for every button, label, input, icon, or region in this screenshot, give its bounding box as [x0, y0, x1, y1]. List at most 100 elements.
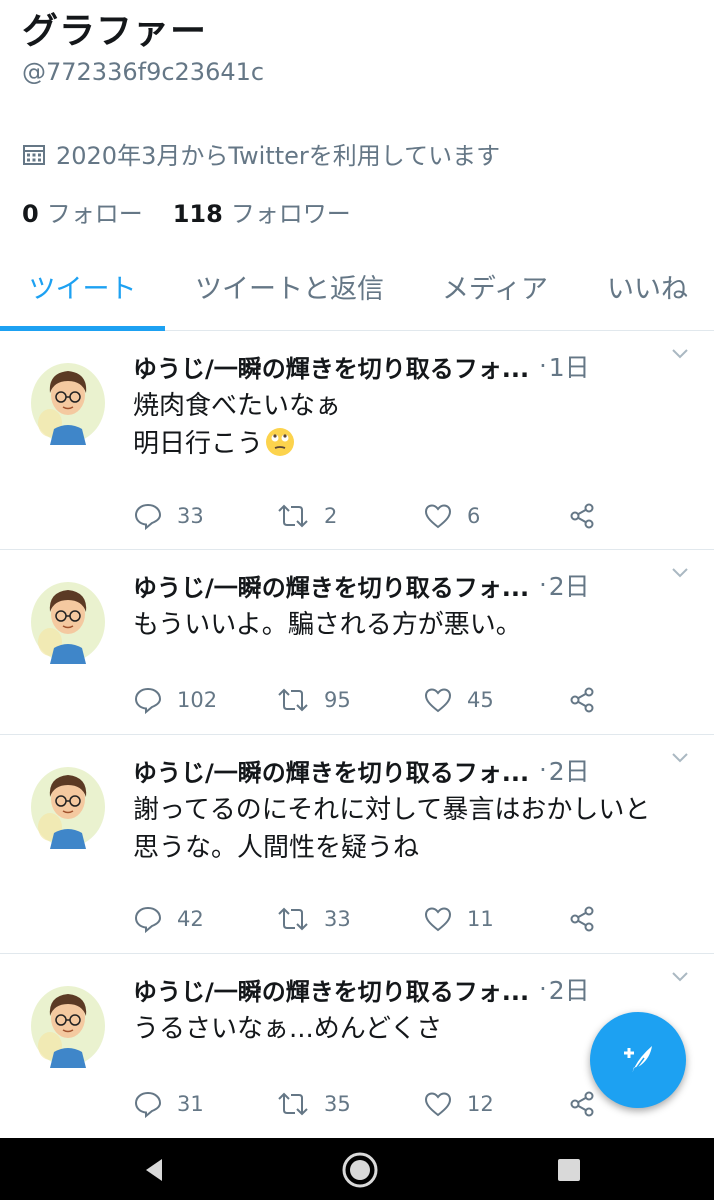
share-button[interactable] — [567, 496, 611, 536]
chevron-down-icon[interactable] — [668, 560, 692, 584]
retweet-icon — [278, 907, 308, 931]
tweet-separator: · — [539, 571, 547, 599]
tweet-text-container: 焼肉食べたいなぁ 明日行こう — [133, 387, 693, 463]
tweet-header: ゆうじ/一瞬の輝きを切り取るフォ... · 2日 — [133, 753, 693, 787]
tweet-author[interactable]: ゆうじ/一瞬の輝きを切り取るフォ... — [133, 568, 529, 603]
nav-back-icon[interactable] — [140, 1156, 168, 1184]
nav-recents-icon[interactable] — [555, 1156, 583, 1184]
chevron-down-icon[interactable] — [668, 745, 692, 769]
reply-icon — [134, 906, 162, 934]
retweet-icon — [278, 504, 308, 528]
tweet[interactable]: ゆうじ/一瞬の輝きを切り取るフォ... · 2日 もういいよ。騙される方が悪い。… — [0, 550, 714, 735]
retweet-count: 33 — [324, 907, 351, 931]
follow-stats: 0 フォロー 118 フォロワー — [22, 194, 381, 229]
retweet-button[interactable]: 35 — [276, 1084, 351, 1124]
like-button[interactable]: 6 — [423, 496, 480, 536]
like-button[interactable]: 12 — [423, 1084, 494, 1124]
chevron-down-icon[interactable] — [668, 341, 692, 365]
reply-icon — [134, 1091, 162, 1119]
tweet-separator: · — [539, 352, 547, 380]
calendar-icon — [23, 144, 45, 165]
tweet-actions: 102 95 45 — [133, 680, 693, 720]
reply-icon — [134, 687, 162, 715]
share-icon — [570, 503, 594, 529]
avatar[interactable] — [30, 572, 106, 664]
tweet-actions: 42 33 11 — [133, 899, 693, 939]
reply-button[interactable]: 102 — [133, 680, 217, 720]
share-icon — [570, 906, 594, 932]
tweet-actions: 33 2 6 — [133, 496, 693, 536]
tweet-header: ゆうじ/一瞬の輝きを切り取るフォ... · 1日 — [133, 349, 693, 383]
tweet-author[interactable]: ゆうじ/一瞬の輝きを切り取るフォ... — [133, 349, 529, 384]
tweet-separator: · — [539, 975, 547, 1003]
following-count: 0 — [22, 200, 39, 228]
joined-date-text: 2020年3月からTwitterを利用しています — [56, 142, 501, 170]
share-button[interactable] — [567, 680, 611, 720]
heart-icon — [424, 1092, 452, 1117]
reply-count: 31 — [177, 1092, 204, 1116]
tweet-time[interactable]: 2日 — [549, 567, 590, 603]
avatar[interactable] — [30, 976, 106, 1068]
avatar[interactable] — [30, 353, 106, 445]
reply-button[interactable]: 31 — [133, 1084, 204, 1124]
followers-count: 118 — [172, 200, 223, 228]
like-button[interactable]: 11 — [423, 899, 494, 939]
retweet-count: 95 — [324, 688, 351, 712]
tweet-time[interactable]: 1日 — [549, 348, 590, 384]
like-count: 45 — [467, 688, 494, 712]
tweet-author[interactable]: ゆうじ/一瞬の輝きを切り取るフォ... — [133, 972, 529, 1007]
reply-button[interactable]: 33 — [133, 496, 204, 536]
followers-link[interactable]: 118 フォロワー — [173, 194, 351, 229]
share-icon — [570, 687, 594, 713]
compose-tweet-icon — [624, 1046, 652, 1075]
tab-media[interactable]: メディア — [420, 250, 570, 330]
profile-tabs: ツイート ツイートと返信 メディア いいね — [0, 250, 714, 331]
retweet-button[interactable]: 95 — [276, 680, 351, 720]
like-count: 6 — [467, 504, 481, 528]
following-link[interactable]: 0 フォロー — [22, 194, 143, 229]
retweet-button[interactable]: 33 — [276, 899, 351, 939]
heart-icon — [424, 688, 452, 713]
like-count: 11 — [467, 907, 494, 931]
like-count: 12 — [467, 1092, 494, 1116]
tweet-header: ゆうじ/一瞬の輝きを切り取るフォ... · 2日 — [133, 568, 693, 602]
profile-header: グラファー @772336f9c23641c 2020年3月からTwitterを… — [0, 0, 714, 250]
retweet-icon — [278, 688, 308, 712]
tweet-time[interactable]: 2日 — [549, 971, 590, 1007]
profile-name: グラファー — [22, 11, 208, 52]
followers-label: フォロワー — [230, 200, 351, 228]
tab-likes[interactable]: いいね — [585, 250, 710, 330]
reply-count: 102 — [177, 688, 218, 712]
tweet[interactable]: ゆうじ/一瞬の輝きを切り取るフォ... · 1日 焼肉食べたいなぁ 明日行こう … — [0, 331, 714, 550]
heart-icon — [424, 907, 452, 932]
compose-tweet-button[interactable] — [590, 1012, 686, 1108]
like-button[interactable]: 45 — [423, 680, 494, 720]
tweet-text: 謝ってるのにそれに対して暴言はおかしいと 思うな。人間性を疑うね — [133, 795, 651, 863]
tweet-text: 焼肉食べたいなぁ 明日行こう — [133, 391, 342, 459]
heart-icon — [424, 504, 452, 529]
reply-count: 33 — [177, 504, 204, 528]
retweet-icon — [278, 1092, 308, 1116]
profile-joined: 2020年3月からTwitterを利用しています — [22, 136, 500, 171]
tweet-text: もういいよ。騙される方が悪い。 — [133, 610, 522, 640]
reply-button[interactable]: 42 — [133, 899, 204, 939]
profile-handle: @772336f9c23641c — [22, 58, 265, 86]
share-button[interactable] — [567, 899, 611, 939]
retweet-button[interactable]: 2 — [276, 496, 337, 536]
chevron-down-icon[interactable] — [668, 964, 692, 988]
retweet-count: 2 — [324, 504, 338, 528]
share-icon — [570, 1091, 594, 1117]
tab-tweets[interactable]: ツイート — [0, 250, 165, 330]
avatar[interactable] — [30, 757, 106, 849]
tweet-time[interactable]: 2日 — [549, 752, 590, 788]
android-nav-bar — [0, 1138, 714, 1200]
rolling-eyes-emoji — [266, 428, 295, 456]
tweet-author[interactable]: ゆうじ/一瞬の輝きを切り取るフォ... — [133, 753, 529, 788]
following-label: フォロー — [46, 200, 143, 228]
tweet-separator: · — [539, 756, 547, 784]
reply-count: 42 — [177, 907, 204, 931]
tweet[interactable]: ゆうじ/一瞬の輝きを切り取るフォ... · 2日 謝ってるのにそれに対して暴言は… — [0, 735, 714, 954]
tab-tweets-and-replies[interactable]: ツイートと返信 — [172, 250, 407, 330]
tweet-header: ゆうじ/一瞬の輝きを切り取るフォ... · 2日 — [133, 972, 693, 1006]
nav-home-icon[interactable] — [341, 1151, 379, 1189]
